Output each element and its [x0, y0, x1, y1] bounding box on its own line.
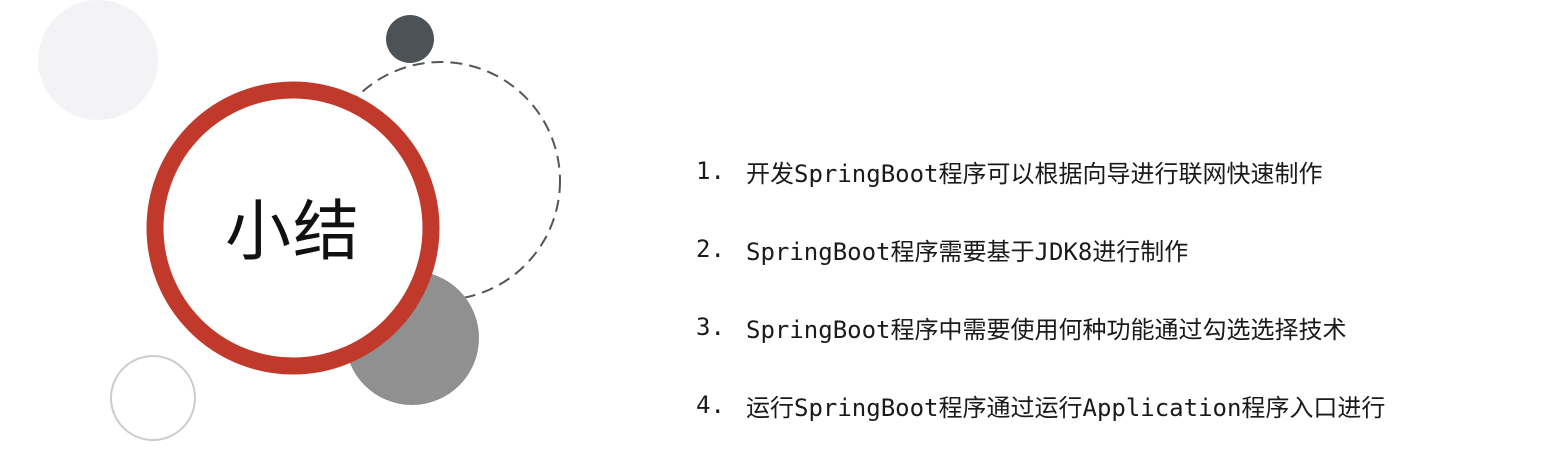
- item-text: 开发SpringBoot程序可以根据向导进行联网快速制作: [746, 159, 1323, 188]
- list-item: 1. 开发SpringBoot程序可以根据向导进行联网快速制作: [696, 132, 1385, 210]
- item-text: 运行SpringBoot程序通过运行Application程序入口进行: [746, 393, 1386, 422]
- outline-circle: [110, 355, 196, 441]
- item-text: SpringBoot程序需要基于JDK8进行制作: [746, 237, 1189, 266]
- summary-list: 1. 开发SpringBoot程序可以根据向导进行联网快速制作 2. Sprin…: [696, 132, 1385, 444]
- slide-title: 小结: [225, 193, 361, 270]
- list-item: 3. SpringBoot程序中需要使用何种功能通过勾选选择技术: [696, 288, 1385, 366]
- item-number: 1.: [696, 157, 725, 185]
- dark-dot-circle: [386, 15, 434, 63]
- item-number: 2.: [696, 235, 725, 263]
- list-item: 4. 运行SpringBoot程序通过运行Application程序入口进行: [696, 366, 1385, 444]
- list-item: 2. SpringBoot程序需要基于JDK8进行制作: [696, 210, 1385, 288]
- item-number: 4.: [696, 391, 725, 419]
- item-number: 3.: [696, 313, 725, 341]
- item-text: SpringBoot程序中需要使用何种功能通过勾选选择技术: [746, 315, 1347, 344]
- light-gray-circle: [38, 0, 158, 120]
- summary-slide: 小结 1. 开发SpringBoot程序可以根据向导进行联网快速制作 2. Sp…: [0, 0, 1561, 470]
